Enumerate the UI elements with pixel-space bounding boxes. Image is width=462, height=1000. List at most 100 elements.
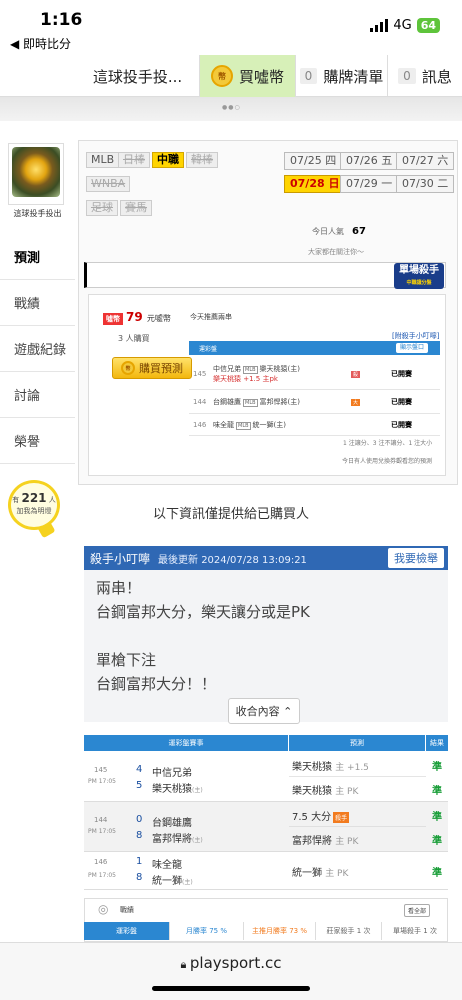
away-score: 4 (136, 764, 143, 775)
result-correct: 準 (432, 868, 442, 879)
show-odds-button[interactable]: 顯示盤口 (396, 343, 429, 353)
home-indicator[interactable] (152, 986, 310, 991)
single-game-killer-badge: 單場殺手 中職讓分盤 (394, 263, 444, 289)
away-team: 台鋼雄鷹 (213, 397, 241, 406)
date-0726[interactable]: 07/26 五 (340, 152, 399, 170)
game-number: 146 (193, 420, 207, 429)
status-indicators: 4G 64 (370, 18, 440, 33)
stats-tab-lottery[interactable]: 運彩盤 (84, 922, 170, 940)
today-label: 今日人氣 (312, 227, 344, 236)
sidebar-item-game-log[interactable]: 遊戲紀錄 (0, 326, 75, 372)
home-team-name: 樂天桃猿 (152, 784, 192, 795)
home-team-name: 富邦悍將 (152, 834, 192, 845)
league-mlb[interactable]: MLB (86, 152, 120, 168)
date-0727[interactable]: 07/27 六 (396, 152, 455, 170)
badge-cell: 大 (351, 398, 391, 406)
game-number: 145 (193, 369, 207, 378)
over-badge: 大 (351, 398, 361, 406)
pick: 樂天桃猿 主 PK (292, 782, 358, 797)
report-button[interactable]: 我要檢舉 (388, 548, 444, 568)
matchup: 味全龍 MLB 統一獅(主) (213, 420, 351, 430)
date-0725[interactable]: 07/25 四 (284, 152, 343, 170)
away-team: 中信兄弟 (152, 768, 192, 779)
home-score: 8 (136, 872, 143, 883)
pick-team: 7.5 大分 (292, 812, 332, 823)
sidebar-item-discussion[interactable]: 討論 (0, 372, 75, 418)
away-score: 1 (136, 856, 143, 867)
messages-label: 訊息 (421, 67, 452, 86)
today-popularity: 今日人氣 67 (312, 226, 366, 237)
today-value: 67 (352, 226, 366, 237)
price-coin-badge: 噓幣 (103, 313, 123, 325)
collapse-content-button[interactable]: 收合內容 ⌃ (228, 698, 300, 724)
home-team: 樂天桃猿(主) (259, 364, 300, 373)
tips-line (96, 624, 436, 648)
tab-title[interactable]: 這球投手投... (76, 55, 200, 97)
view-all-button[interactable]: 看全部 (404, 904, 431, 917)
table-row: 146 味全龍 MLB 統一獅(主) 已開賽 (189, 414, 440, 436)
away-team: 味全龍 (213, 420, 234, 429)
killer-banner (84, 262, 446, 288)
back-to-live-score-link[interactable]: ◀ 即時比分 (10, 35, 71, 52)
pick: 樂天桃猿 主 +1.5 (292, 758, 369, 773)
status-text: 已開賽 (391, 369, 412, 378)
away-score: 0 (136, 814, 143, 825)
home-team: 樂天桃猿(主) (152, 780, 203, 795)
tab-messages[interactable]: 0 訊息 (388, 55, 462, 97)
league-kbo: 韓棒 (186, 152, 218, 168)
killer-sub: 中職讓分盤 (406, 280, 432, 286)
stats-tab-main-push[interactable]: 主推月勝率 73 % (244, 922, 316, 940)
message-count-badge: 0 (398, 68, 416, 84)
target-icon: ◎ (98, 902, 109, 916)
pick-detail: 主 +1.5 (335, 763, 369, 773)
buy-prediction-button[interactable]: 幣 購買預測 (112, 357, 192, 379)
game-number: 145 (94, 766, 108, 774)
profile-name: 這球投手投出 (13, 209, 62, 218)
table-row: 144 PM 17:05 0 台鋼雄鷹 8 富邦悍將(主) 7.5 大分 殺手 準… (84, 802, 448, 852)
result-correct: 準 (432, 836, 442, 847)
stats-tab-single-killer[interactable]: 單場殺手 1 次 (382, 922, 448, 940)
league-tag: MLB (243, 398, 258, 407)
buyer-count: 3 人購買 (118, 334, 150, 343)
home-tag: (主) (192, 837, 203, 844)
home-tag: (主) (192, 787, 203, 794)
buy-coins-label: 買噓幣 (238, 67, 284, 86)
url-field[interactable]: 🔒︎ playsport.cc (0, 954, 462, 972)
buy-coins-button[interactable]: 幣 買噓幣 (200, 55, 296, 97)
date-0730[interactable]: 07/30 二 (396, 175, 455, 193)
network-label: 4G (393, 18, 412, 33)
away-team: 味全龍 (152, 860, 182, 871)
tips-line: 台鋼富邦大分！！ (96, 675, 217, 693)
avatar[interactable] (12, 147, 60, 197)
sidebar-item-record[interactable]: 戰績 (0, 280, 75, 326)
date-0728[interactable]: 07/28 日 (284, 175, 346, 193)
home-score: 5 (136, 780, 143, 791)
league-wnba: WNBA (86, 176, 131, 192)
sidebar-item-honors[interactable]: 榮譽 (0, 418, 75, 464)
signal-icon (370, 19, 389, 32)
league-npb: 日棒 (118, 152, 150, 168)
kill-badge: 殺 (351, 370, 361, 378)
league-soccer: 足球 (86, 200, 118, 216)
tips-updated: 最後更新 2024/07/28 13:09:21 (158, 554, 307, 566)
date-0729[interactable]: 07/29 一 (340, 175, 399, 193)
pick-detail: 主 PK (335, 787, 359, 797)
matchup: 台鋼雄鷹 MLB 富邦悍將(主) (213, 397, 351, 407)
stats-label: 戰績 (120, 906, 134, 914)
pick-team: 樂天桃猿 (292, 786, 332, 797)
tab-cart[interactable]: 0 購牌清單 (296, 55, 388, 97)
table-row: 145 中信兄弟 MLB 樂天桃猿(主) 樂天桃猿 +1.5 主pk 殺 已開賽 (189, 358, 440, 390)
away-team: 台鋼雄鷹 (152, 818, 192, 829)
price-value: 79 (126, 310, 143, 324)
pick-text: 樂天桃猿 +1.5 主pk (213, 374, 278, 383)
home-team: 富邦悍將(主) (259, 397, 300, 406)
rules-link[interactable]: [附殺手小叮嚀] (392, 331, 439, 341)
stats-tab-banker-killer[interactable]: 莊家殺手 1 次 (316, 922, 382, 940)
home-team: 富邦悍將(主) (152, 830, 203, 845)
sidebar-item-prediction[interactable]: 預測 (0, 234, 75, 280)
league-cpbl[interactable]: 中職 (152, 152, 184, 168)
recommend-label: 今天推薦兩串 (190, 313, 232, 321)
tips-line: 兩串！ (96, 579, 142, 597)
stats-tab-monthly[interactable]: 月勝率 75 % (170, 922, 244, 940)
cart-count-badge: 0 (299, 68, 318, 84)
